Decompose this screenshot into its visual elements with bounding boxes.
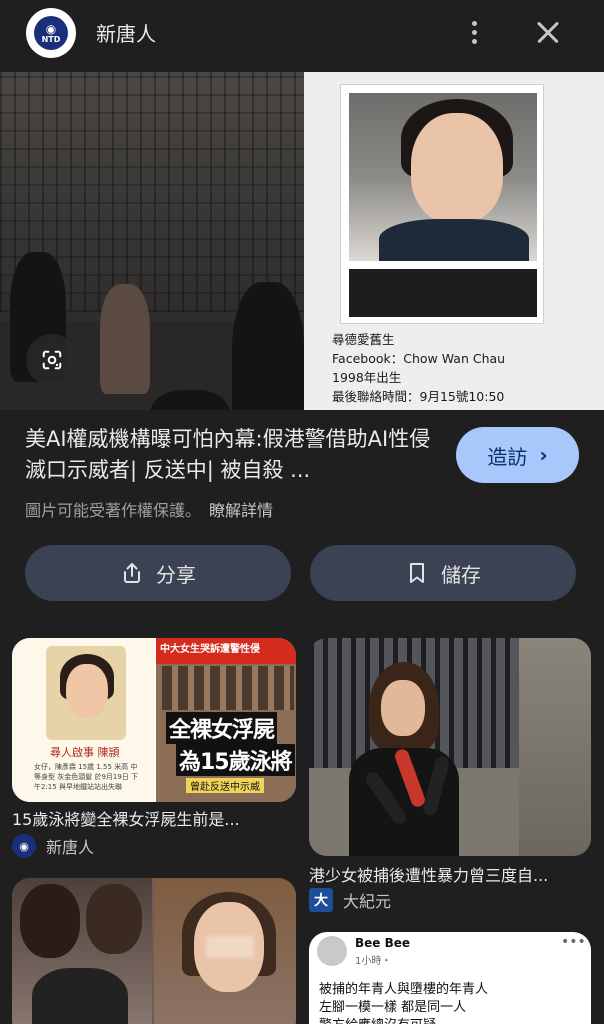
news-headline: 中大女生哭訴遭警性侵 — [156, 638, 296, 664]
related-title[interactable]: 15歲泳將變全裸女浮屍生前是... — [12, 806, 296, 830]
share-label: 分享 — [156, 562, 196, 587]
shirt — [379, 219, 529, 261]
headline-tag: 曾赴反送中示威 — [186, 778, 264, 793]
related-image-thumbnail[interactable]: 尋人啟事 陳頴 女仔，陳彥霖 15歲 1.55 米高 中等身型 灰金色頭髮 於9… — [12, 638, 296, 802]
photo-caption-strip — [349, 269, 537, 317]
notice-title: 尋人啟事 陳頴 — [50, 746, 120, 759]
post-line: 左腳一模一樣 都是同一人 — [319, 1000, 467, 1015]
close-icon[interactable] — [530, 14, 566, 50]
visit-button[interactable]: 造訪 › — [456, 427, 579, 483]
poster-text: 尋德愛舊生 Facebook：Chow Wan Chau 1998年出生 最後聯… — [332, 330, 592, 406]
ntd-logo-mark: ◉ NTD — [34, 16, 68, 50]
hero-missing-poster: 尋德愛舊生 Facebook：Chow Wan Chau 1998年出生 最後聯… — [304, 72, 604, 410]
share-icon — [120, 561, 144, 585]
related-image-thumbnail[interactable] — [12, 878, 296, 1024]
save-label: 儲存 — [441, 562, 481, 587]
source-name: 大紀元 — [343, 892, 392, 911]
post-time: 1小時・ — [355, 956, 392, 967]
post-line: 警方給應總沒有可疑 — [319, 1014, 436, 1024]
site-title[interactable]: 新唐人 — [96, 18, 156, 47]
collage-right — [154, 878, 296, 1024]
missing-notice: 尋人啟事 陳頴 女仔，陳彥霖 15歲 1.55 米高 中等身型 灰金色頭髮 於9… — [12, 638, 154, 802]
person — [32, 968, 128, 1024]
copyright-notice: 圖片可能受著作權保護。 瞭解詳情 — [25, 497, 273, 521]
source-name: 新唐人 — [46, 838, 95, 857]
header: ◉ NTD 新唐人 — [0, 0, 604, 66]
seated-girl-figure — [100, 284, 150, 394]
notice-details: 女仔，陳彥霖 15歲 1.55 米高 中等身型 灰金色頭髮 於9月19日 下午2… — [34, 763, 139, 791]
ntd-source-icon: ◉ — [12, 834, 36, 858]
visit-label: 造訪 — [487, 444, 528, 469]
related-image-thumbnail[interactable] — [309, 638, 591, 856]
face — [66, 664, 108, 718]
collage-left — [12, 878, 152, 1024]
copyright-text: 圖片可能受著作權保護。 — [25, 501, 202, 520]
ntd-logo[interactable]: ◉ NTD — [26, 8, 76, 58]
google-lens-icon — [42, 350, 62, 370]
news-collage: 中大女生哭訴遭警性侵 全裸女浮屍 為15歲泳將 曾赴反送中示威 — [156, 638, 296, 802]
related-source[interactable]: 大 大紀元 — [309, 888, 391, 912]
poster-line: 1998年出生 — [332, 370, 402, 385]
share-button[interactable]: 分享 — [25, 545, 291, 601]
missing-person-card — [340, 84, 544, 324]
poster-line: 尋德愛舊生 — [332, 332, 395, 347]
portrait — [46, 646, 126, 740]
epoch-times-source-icon: 大 — [309, 888, 333, 912]
post-line: 被捕的年青人與墮樓的年青人 — [319, 982, 489, 997]
face — [381, 680, 425, 736]
avatar — [317, 936, 347, 966]
post-author: Bee Bee — [355, 936, 411, 950]
hero-image[interactable]: 尋德愛舊生 Facebook：Chow Wan Chau 1998年出生 最後聯… — [0, 72, 604, 410]
police-figure — [232, 282, 304, 410]
person — [86, 884, 142, 954]
google-lens-button[interactable] — [26, 334, 78, 386]
headline-line-2: 為15歲泳將 — [176, 744, 295, 776]
chevron-right-icon: › — [539, 443, 548, 467]
person — [20, 884, 80, 958]
blurred-area — [206, 936, 254, 958]
more-options-icon[interactable] — [458, 14, 490, 50]
missing-person-photo — [349, 93, 537, 261]
bookmark-icon — [405, 561, 429, 585]
result-title[interactable]: 美AI權威機構曝可怕內幕:假港警借助AI性侵滅口示威者| 反送中| 被自殺 ..… — [25, 424, 435, 486]
poster-line: Facebook：Chow Wan Chau — [332, 351, 506, 366]
save-button[interactable]: 儲存 — [310, 545, 576, 601]
crowd-photo — [162, 666, 294, 710]
stone-wall — [519, 638, 591, 856]
poster-line: 最後聯絡時間：9月15號10:50 — [332, 389, 505, 404]
headline-line-1: 全裸女浮屍 — [166, 712, 278, 744]
related-source[interactable]: ◉ 新唐人 — [12, 834, 94, 858]
learn-more-link[interactable]: 瞭解詳情 — [209, 501, 273, 520]
face — [411, 113, 503, 223]
related-title[interactable]: 港少女被捕後遭性暴力曾三度自... — [309, 862, 593, 886]
more-horiz-icon: ••• — [561, 934, 586, 950]
related-image-thumbnail[interactable]: Bee Bee 1小時・ ••• 被捕的年青人與墮樓的年青人 左腳一模一樣 都是… — [309, 932, 591, 1024]
